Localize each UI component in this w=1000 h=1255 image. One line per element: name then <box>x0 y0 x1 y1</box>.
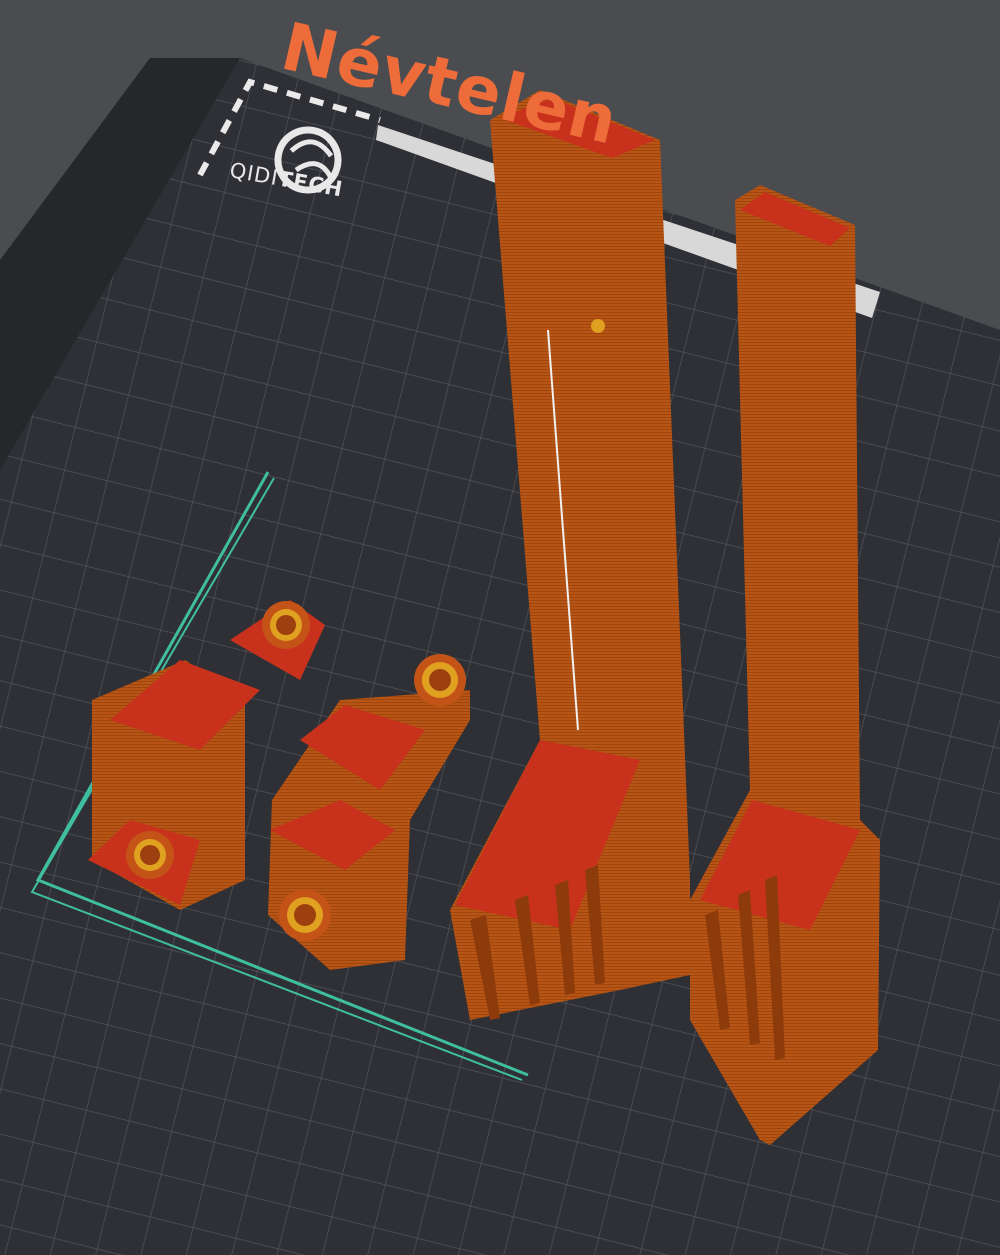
3d-viewport[interactable]: Névtelen QIDITECH <box>0 0 1000 1255</box>
scene-canvas[interactable] <box>0 0 1000 1255</box>
